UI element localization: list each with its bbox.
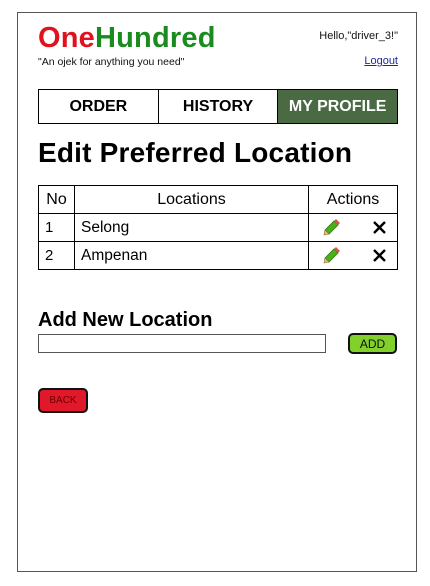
new-location-input[interactable]	[38, 334, 326, 353]
row-number: 1	[38, 213, 75, 242]
location-name: Ampenan	[74, 241, 309, 270]
add-location-title: Add New Location	[38, 309, 213, 331]
table-header-row: No Locations Actions	[38, 185, 398, 214]
column-header-locations: Locations	[74, 185, 309, 214]
row-actions	[308, 213, 398, 242]
column-header-actions: Actions	[308, 185, 398, 214]
table-row: 1 Selong	[38, 213, 398, 242]
logout-link[interactable]: Logout	[364, 55, 398, 67]
app-frame: OneHundred "An ojek for anything you nee…	[17, 12, 417, 572]
pencil-icon[interactable]	[323, 219, 340, 236]
tagline: "An ojek for anything you need"	[38, 56, 185, 68]
close-icon[interactable]	[372, 220, 387, 235]
pencil-icon[interactable]	[323, 247, 340, 264]
close-icon[interactable]	[372, 248, 387, 263]
table-row: 2 Ampenan	[38, 241, 398, 270]
row-number: 2	[38, 241, 75, 270]
tab-history[interactable]: HISTORY	[159, 90, 279, 123]
user-greeting: Hello,"driver_3!"	[319, 30, 398, 42]
main-nav: ORDER HISTORY MY PROFILE	[38, 89, 398, 124]
location-name: Selong	[74, 213, 309, 242]
row-actions	[308, 241, 398, 270]
logo-part-hundred: Hundred	[95, 22, 216, 54]
tab-my-profile[interactable]: MY PROFILE	[278, 90, 398, 123]
page-title: Edit Preferred Location	[38, 137, 353, 168]
locations-table: No Locations Actions 1 Selong 2 Ampenan	[38, 185, 398, 270]
column-header-no: No	[38, 185, 75, 214]
add-button[interactable]: ADD	[348, 333, 397, 354]
app-logo: OneHundred	[38, 21, 216, 55]
back-button[interactable]: BACK	[38, 388, 88, 413]
tab-order[interactable]: ORDER	[39, 90, 159, 123]
logo-part-one: One	[38, 22, 95, 54]
